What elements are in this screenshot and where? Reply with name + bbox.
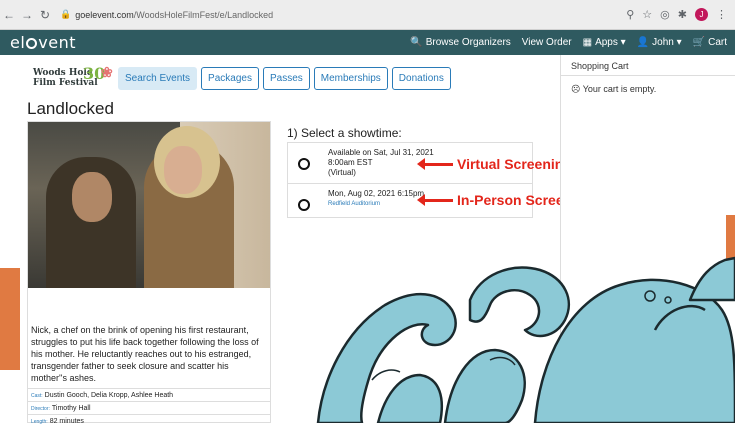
length-label: Length:	[31, 419, 48, 425]
menu-dots-icon[interactable]: ⋮	[716, 8, 727, 21]
search-icon: 🔍	[410, 37, 423, 48]
browser-toolbar: ← → ↻ 🔒 goelevent.com/WoodsHoleFilmFest/…	[0, 0, 735, 30]
sad-face-icon: ☹	[571, 84, 581, 94]
tab-passes[interactable]: Passes	[262, 67, 310, 90]
cart-label: Cart	[708, 37, 727, 48]
address-bar[interactable]: 🔒 goelevent.com/WoodsHoleFilmFest/e/Land…	[60, 9, 626, 20]
venue-link[interactable]: Redfield Auditorium	[328, 199, 424, 209]
cast-label: Cast:	[31, 393, 43, 399]
elevent-logo[interactable]: el vent	[10, 33, 76, 52]
reload-icon[interactable]: ↻	[36, 8, 54, 22]
cast-value: Dustin Gooch, Delia Kropp, Ashlee Heath	[44, 392, 174, 399]
url-domain: goelevent.com	[75, 9, 134, 20]
event-title: Landlocked	[27, 99, 114, 118]
puzzle-icon[interactable]: ✱	[678, 8, 687, 21]
browse-label: Browse Organizers	[425, 37, 511, 48]
lock-icon: 🔒	[60, 9, 72, 19]
extension-icon[interactable]: ◎	[660, 8, 670, 21]
cart-empty-message: ☹ Your cart is empty.	[561, 76, 735, 103]
tab-search-events[interactable]: Search Events	[118, 67, 198, 90]
app-header: el vent 🔍 Browse Organizers View Order ▦ Ap…	[0, 30, 735, 55]
apps-label: Apps	[595, 37, 618, 48]
length-value: 82 minutes	[49, 418, 84, 425]
decorative-orange-block	[0, 268, 20, 370]
event-card: Nick, a chef on the brink of opening his…	[27, 121, 271, 425]
tab-memberships[interactable]: Memberships	[313, 67, 388, 90]
film-still-image	[28, 122, 270, 288]
showtime-mode: (Virtual)	[328, 168, 356, 177]
director-value: Timothy Hall	[51, 405, 91, 412]
forward-icon[interactable]: →	[18, 8, 36, 22]
event-tabs: Search Events Packages Passes Membership…	[118, 67, 451, 90]
user-menu[interactable]: 👤 John ▾	[637, 37, 682, 48]
url-path: /WoodsHoleFilmFest/e/Landlocked	[133, 9, 274, 20]
showtime-heading: 1) Select a showtime:	[287, 126, 402, 140]
festival-logo[interactable]: Woods Hole Film Festival 30 ❀	[33, 65, 113, 89]
event-description: Nick, a chef on the brink of opening his…	[31, 325, 259, 383]
zoom-icon[interactable]: ⚲	[626, 8, 634, 21]
star-icon[interactable]: ☆	[642, 8, 652, 21]
grid-icon: ▦	[582, 37, 593, 48]
showtime-date: Available on Sat, Jul 31, 2021	[328, 148, 434, 157]
user-icon: 👤	[636, 37, 650, 48]
view-order-link[interactable]: View Order	[522, 37, 572, 48]
radio-button[interactable]	[298, 158, 310, 170]
showtime-date: Mon, Aug 02, 2021 6:15pm	[328, 189, 425, 198]
radio-button[interactable]	[298, 199, 310, 211]
arrow-left-icon	[417, 157, 453, 170]
length-row: Length: 82 minutes	[28, 414, 270, 427]
user-label: John	[652, 37, 674, 48]
cart-icon: 🛒	[692, 37, 706, 48]
tab-packages[interactable]: Packages	[201, 67, 259, 90]
arrow-left-icon	[417, 193, 453, 206]
browse-organizers-link[interactable]: 🔍 Browse Organizers	[410, 37, 510, 48]
decorative-orange-edge	[726, 215, 735, 285]
cart-empty-text: Your cart is empty.	[582, 84, 657, 94]
virtual-callout-text: Virtual Screening	[457, 156, 572, 172]
cast-row: Cast: Dustin Gooch, Delia Kropp, Ashlee H…	[28, 388, 270, 401]
cart-link[interactable]: 🛒 Cart	[693, 37, 727, 48]
director-label: Director:	[31, 406, 50, 412]
profile-avatar[interactable]: J	[695, 8, 708, 21]
director-row: Director: Timothy Hall	[28, 401, 270, 414]
apps-menu[interactable]: ▦ Apps ▾	[583, 37, 626, 48]
back-icon[interactable]: ←	[0, 8, 18, 22]
shopping-cart-panel: Shopping Cart ☹ Your cart is empty.	[560, 55, 735, 423]
flower-icon: ❀	[101, 65, 113, 81]
tab-donations[interactable]: Donations	[391, 67, 451, 90]
virtual-callout: Virtual Screening	[417, 156, 572, 172]
cart-heading: Shopping Cart	[561, 55, 735, 76]
